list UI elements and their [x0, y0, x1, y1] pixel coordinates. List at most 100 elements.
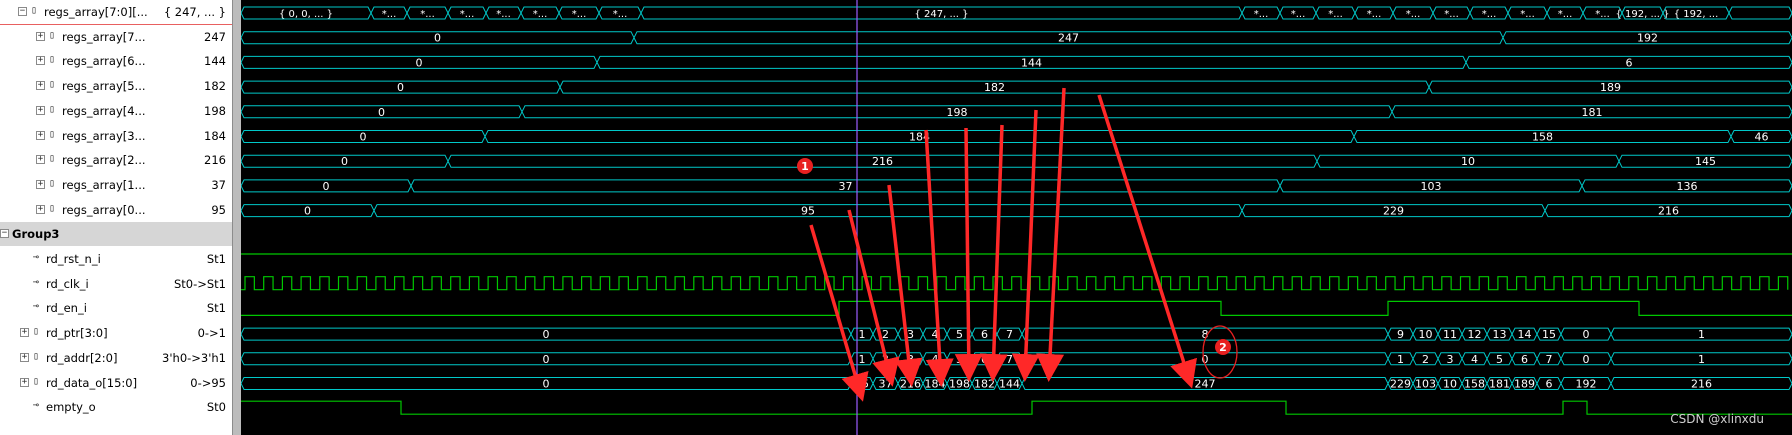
bus-value-label: *... — [460, 9, 475, 20]
bus-value-label: 189 — [1600, 81, 1621, 94]
bus-value-label: 2 — [882, 328, 889, 341]
expand-toggle-icon[interactable]: + — [36, 204, 45, 214]
bus-value-label: 7 — [1546, 353, 1553, 366]
wave-regs-array-5[interactable]: 0 182 189 — [241, 80, 1792, 94]
signal-row[interactable]: − ▯ regs_array[7:0][... { 247, ... } — [0, 0, 232, 25]
signal-value: St1 — [206, 301, 226, 316]
bus-value-label: 182 — [984, 81, 1005, 94]
wave-empty-o[interactable] — [241, 400, 1792, 415]
annotation-arrow — [954, 127, 983, 382]
signal-name: regs_array[5... — [62, 79, 146, 94]
annotation-arrow — [809, 224, 869, 402]
bus-value-label: 0 — [543, 328, 550, 341]
signal-row[interactable]: + ▯ regs_array[6... 144 — [0, 49, 232, 73]
wire-signal-icon: ⊸ — [33, 252, 40, 263]
signal-row[interactable]: ⊸ empty_o St0 — [0, 395, 232, 419]
bus-value-label: 6 — [1546, 378, 1553, 391]
signal-name: regs_array[0... — [62, 202, 146, 217]
group-row[interactable]: − Group3 — [0, 222, 232, 247]
expand-toggle-icon[interactable]: − — [0, 229, 9, 239]
bus-value-label: 0 — [378, 106, 385, 119]
signal-value: { 247, ... } — [163, 5, 226, 19]
bus-value-label: { 0, 0, ... } — [279, 9, 333, 20]
signal-value: 0->95 — [190, 375, 226, 390]
expand-toggle-icon[interactable]: + — [36, 179, 45, 189]
wave-rd-en-i[interactable] — [241, 300, 1792, 316]
bus-value-label: 136 — [1677, 180, 1698, 193]
expand-toggle-icon[interactable]: + — [20, 377, 29, 387]
expand-toggle-icon[interactable]: + — [20, 352, 29, 362]
waveform-panel[interactable]: { 0, 0, ... } *... *... *... *... *... *... *..… — [241, 0, 1792, 435]
bus-value-label: 0 — [543, 378, 550, 391]
expand-toggle-icon[interactable]: + — [36, 105, 45, 115]
signal-name: regs_array[7... — [62, 29, 146, 44]
signal-value: 182 — [204, 79, 226, 94]
expand-toggle-icon[interactable]: − — [18, 7, 27, 16]
signal-row[interactable]: + ▯ rd_ptr[3:0] 0->1 — [0, 321, 232, 345]
signal-row[interactable]: + ▯ regs_array[5... 182 — [0, 74, 232, 98]
bus-value-label: *... — [1444, 9, 1459, 20]
watermark: CSDN @xlinxdu — [1670, 412, 1764, 426]
expand-toggle-icon[interactable]: + — [36, 155, 45, 165]
bus-value-label: 12 — [1468, 328, 1482, 341]
bus-segment — [1728, 6, 1792, 20]
wave-regs-array-0[interactable]: 0 95 229 216 — [241, 204, 1792, 218]
pane-splitter[interactable] — [232, 0, 241, 435]
signal-value: 184 — [204, 128, 226, 143]
bus-value-label: 4 — [932, 353, 939, 366]
bus-value-label: 10 — [1419, 328, 1433, 341]
signal-list-panel: − ▯ regs_array[7:0][...{ 247, ... } + ▯ regs_… — [0, 0, 232, 435]
wave-regs-array-7[interactable]: 0 247 192 — [241, 31, 1792, 45]
wave-regs-array-4[interactable]: 0 198 181 — [241, 105, 1792, 119]
wave-rd-ptr[interactable]: 0 1 2 3 4 5 6 7 8 9 10 11 12 13 14 15 0 1 — [241, 327, 1792, 341]
wave-regs-array-1[interactable]: 0 37 103 136 — [241, 179, 1792, 193]
wave-rd-data-o[interactable]: 0 95 37 216 184 198 182 144 247 229 103 10 158 181 189… — [241, 377, 1792, 391]
bus-signal-icon: ▯ — [33, 326, 40, 338]
wave-regs-array-6[interactable]: 0 144 6 — [241, 55, 1792, 69]
signal-row[interactable]: + ▯ rd_addr[2:0] 3'h0->3'h1 — [0, 346, 232, 370]
bus-value-label: 95 — [801, 205, 815, 218]
bus-signal-icon: ▯ — [49, 128, 56, 140]
signal-value: 3'h0->3'h1 — [162, 350, 226, 365]
signal-row[interactable]: + ▯ regs_array[0... 95 — [0, 198, 232, 222]
signal-name: rd_clk_i — [46, 276, 89, 291]
signal-value: St1 — [206, 252, 226, 266]
bus-signal-icon: ▯ — [49, 54, 56, 66]
bus-value-label: 10 — [1443, 378, 1457, 391]
waveform-viewer: − ▯ regs_array[7:0][...{ 247, ... } + ▯ regs_… — [0, 0, 1792, 435]
expand-toggle-icon[interactable]: + — [36, 31, 45, 41]
signal-row[interactable]: + ▯ regs_array[3... 184 — [0, 124, 232, 148]
expand-toggle-icon[interactable]: + — [36, 81, 45, 91]
bus-value-label: 9 — [1397, 328, 1404, 341]
bus-value-label: 158 — [1464, 378, 1485, 391]
signal-row[interactable]: ⊸ rd_en_i St1 — [0, 296, 232, 320]
bus-signal-icon: ▯ — [33, 350, 40, 362]
bus-value-label: 0 — [397, 81, 404, 94]
bus-value-label: { 247, ... } — [914, 9, 968, 20]
bus-value-label: 103 — [1415, 378, 1436, 391]
signal-name: empty_o — [46, 400, 96, 415]
signal-row[interactable]: + ▯ regs_array[7... 247 — [0, 25, 232, 49]
bus-value-label: 229 — [1390, 378, 1411, 391]
waveform-canvas[interactable]: { 0, 0, ... } *... *... *... *... *... *... *..… — [241, 0, 1792, 435]
bus-value-label: 10 — [1461, 155, 1475, 168]
signal-row[interactable]: + ▯ regs_array[4... 198 — [0, 99, 232, 123]
bus-signal-icon: ▯ — [49, 103, 56, 115]
expand-toggle-icon[interactable]: + — [36, 56, 45, 66]
wave-rd-clk-i[interactable] — [241, 276, 1789, 291]
wave-regs-array-2[interactable]: 0 216 10 145 — [241, 154, 1792, 168]
signal-row[interactable]: + ▯ regs_array[2... 216 — [0, 148, 232, 172]
wave-rd-addr[interactable]: 012345670123456701 — [241, 352, 1792, 366]
expand-toggle-icon[interactable]: + — [20, 328, 29, 338]
expand-toggle-icon[interactable]: + — [36, 130, 45, 140]
bus-value-label: 6 — [981, 353, 988, 366]
signal-row[interactable]: + ▯ rd_data_o[15:0] 0->95 — [0, 371, 232, 395]
bus-value-label: 0 — [360, 131, 367, 144]
signal-row[interactable]: ⊸ rd_clk_i St0->St1 — [0, 272, 232, 296]
bus-value-label: *... — [533, 9, 548, 20]
bus-signal-icon: ▯ — [33, 375, 40, 387]
signal-row[interactable]: + ▯ regs_array[1... 37 — [0, 173, 232, 197]
signal-row[interactable]: ⊸ rd_rst_n_i St1 — [0, 247, 232, 271]
wave-regs-array-3[interactable]: 0 184 158 46 — [241, 130, 1792, 144]
wave-regs-array-all[interactable]: { 0, 0, ... } *... *... *... *... *... *... *..… — [241, 6, 1792, 20]
